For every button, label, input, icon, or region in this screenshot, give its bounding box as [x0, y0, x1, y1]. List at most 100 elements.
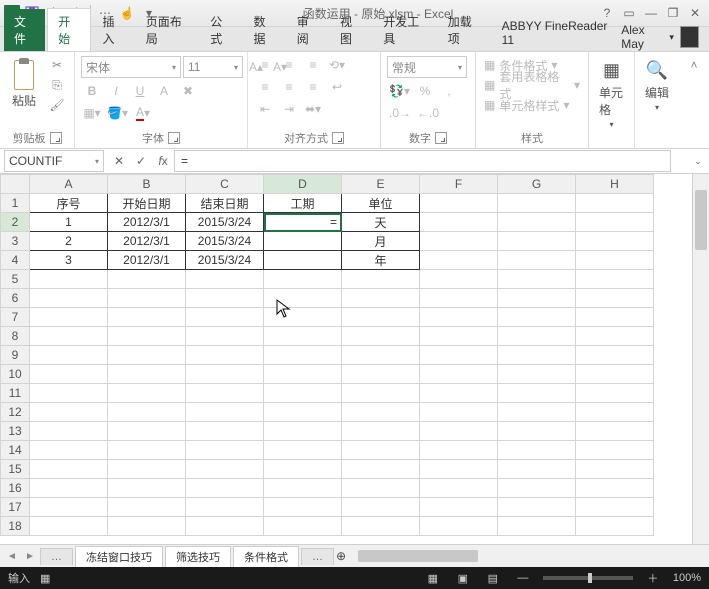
cell[interactable] — [576, 365, 654, 384]
cell[interactable] — [264, 498, 342, 517]
cell[interactable] — [186, 327, 264, 346]
cell[interactable] — [264, 289, 342, 308]
cell[interactable] — [576, 384, 654, 403]
zoom-out-button[interactable]: ― — [513, 570, 533, 586]
cell[interactable] — [264, 327, 342, 346]
cell[interactable] — [498, 498, 576, 517]
cell[interactable] — [264, 308, 342, 327]
collapse-ribbon-icon[interactable]: ˄ — [683, 56, 705, 74]
cell[interactable] — [498, 422, 576, 441]
zoom-slider[interactable] — [543, 576, 633, 580]
cell[interactable] — [498, 384, 576, 403]
row-header[interactable]: 14 — [1, 441, 30, 460]
cell[interactable] — [30, 308, 108, 327]
cell[interactable] — [186, 441, 264, 460]
align-middle-icon[interactable]: ≡ — [278, 56, 300, 74]
tab-addins[interactable]: 加载项 — [438, 9, 490, 51]
cell[interactable] — [108, 479, 186, 498]
bold-button[interactable]: B — [81, 82, 103, 100]
cell[interactable] — [576, 213, 654, 232]
ribbon-display-icon[interactable]: ▭ — [619, 3, 639, 23]
font-color-button[interactable]: A▾ — [132, 104, 154, 122]
zoom-level[interactable]: 100% — [673, 572, 701, 584]
sheet-tab-more-left[interactable]: … — [40, 548, 73, 565]
cell[interactable] — [30, 460, 108, 479]
cell[interactable] — [30, 517, 108, 536]
cell[interactable]: 2012/3/1 — [108, 232, 186, 251]
cell[interactable]: 单位 — [342, 194, 420, 213]
row-header[interactable]: 5 — [1, 270, 30, 289]
cell[interactable] — [420, 346, 498, 365]
tab-home[interactable]: 开始 — [47, 8, 90, 51]
macro-record-icon[interactable]: ▦ — [40, 572, 50, 585]
cell[interactable] — [342, 422, 420, 441]
cell[interactable]: 2015/3/24 — [186, 213, 264, 232]
cell[interactable] — [576, 251, 654, 270]
cell[interactable] — [420, 327, 498, 346]
cell[interactable] — [108, 365, 186, 384]
cell[interactable] — [420, 479, 498, 498]
zoom-in-button[interactable]: ＋ — [643, 570, 663, 586]
cell[interactable] — [420, 232, 498, 251]
cell[interactable] — [186, 365, 264, 384]
cell[interactable] — [498, 460, 576, 479]
cell-styles-button[interactable]: ▦ 单元格样式▾ — [482, 96, 571, 114]
cell[interactable] — [264, 232, 342, 251]
tab-dev[interactable]: 开发工具 — [373, 9, 435, 51]
tab-insert[interactable]: 插入 — [93, 9, 134, 51]
phonetic-button[interactable]: A — [153, 82, 175, 100]
col-header-F[interactable]: F — [420, 175, 498, 194]
cell[interactable] — [186, 270, 264, 289]
cell[interactable] — [264, 346, 342, 365]
col-header-E[interactable]: E — [342, 175, 420, 194]
cell[interactable] — [264, 270, 342, 289]
cell[interactable] — [576, 232, 654, 251]
cell[interactable] — [576, 441, 654, 460]
cell[interactable] — [186, 422, 264, 441]
cell[interactable]: 天 — [342, 213, 420, 232]
cell[interactable] — [30, 403, 108, 422]
cell[interactable] — [420, 251, 498, 270]
cell[interactable] — [264, 403, 342, 422]
cell[interactable] — [420, 270, 498, 289]
clear-format-button[interactable]: ✖ — [177, 82, 199, 100]
cell[interactable] — [342, 346, 420, 365]
wrap-text-button[interactable]: ↩ — [326, 78, 348, 96]
align-center-icon[interactable]: ≡ — [278, 78, 300, 96]
page-break-view-button[interactable]: ▤ — [483, 570, 503, 586]
cell[interactable] — [420, 384, 498, 403]
cell[interactable] — [420, 498, 498, 517]
border-button[interactable]: ▦▾ — [81, 104, 103, 122]
cell[interactable] — [576, 460, 654, 479]
cell[interactable] — [498, 441, 576, 460]
cell[interactable] — [498, 517, 576, 536]
cell[interactable] — [108, 308, 186, 327]
tab-data[interactable]: 数据 — [243, 9, 284, 51]
cell[interactable] — [420, 441, 498, 460]
cell[interactable] — [420, 194, 498, 213]
cell[interactable] — [186, 498, 264, 517]
number-format-combo[interactable]: 常规▾ — [387, 56, 467, 78]
cell[interactable] — [108, 384, 186, 403]
cell[interactable]: 工期 — [264, 194, 342, 213]
close-button[interactable]: ✕ — [685, 3, 705, 23]
cell[interactable] — [498, 232, 576, 251]
cell[interactable] — [108, 346, 186, 365]
cell[interactable] — [498, 251, 576, 270]
cell[interactable] — [30, 441, 108, 460]
cell[interactable] — [264, 460, 342, 479]
sheet-nav-prev[interactable]: ◄ — [4, 548, 20, 564]
tab-review[interactable]: 审阅 — [287, 9, 328, 51]
cell[interactable] — [186, 384, 264, 403]
font-name-combo[interactable]: 宋体▾ — [81, 56, 181, 78]
cell[interactable] — [108, 498, 186, 517]
align-right-icon[interactable]: ≡ — [302, 78, 324, 96]
cell[interactable] — [498, 365, 576, 384]
sheet-tab[interactable]: 冻结窗口技巧 — [75, 546, 163, 567]
row-header[interactable]: 9 — [1, 346, 30, 365]
row-header[interactable]: 15 — [1, 460, 30, 479]
cell[interactable]: 结束日期 — [186, 194, 264, 213]
cell[interactable] — [342, 384, 420, 403]
cell[interactable] — [498, 308, 576, 327]
cell[interactable] — [498, 346, 576, 365]
